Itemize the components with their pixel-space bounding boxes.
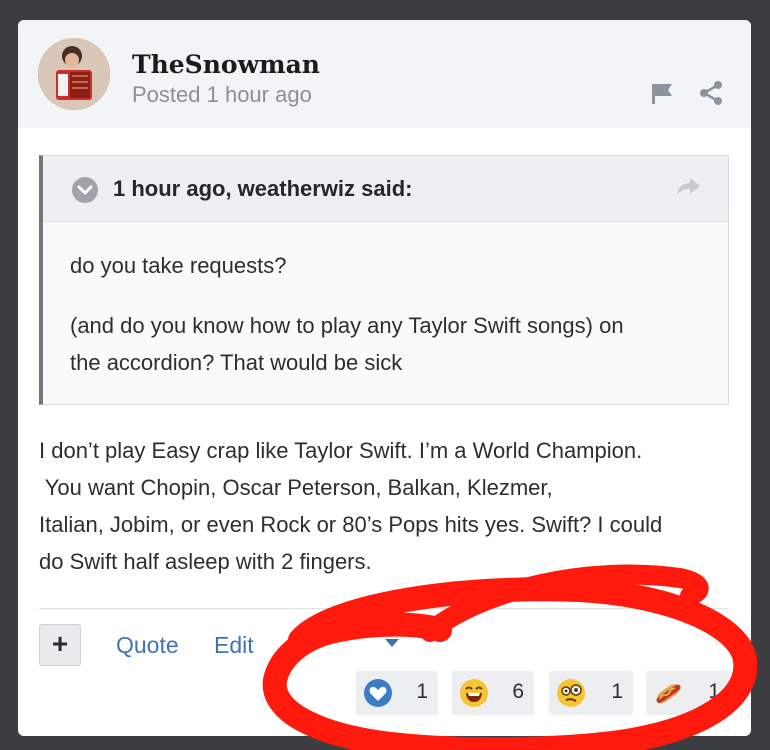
- reaction-confused[interactable]: 1: [549, 671, 633, 715]
- quote-line: do you take requests?: [70, 253, 287, 278]
- quote-button[interactable]: Quote: [116, 632, 179, 659]
- reaction-count: 6: [512, 680, 524, 703]
- quote-header: 1 hour ago, weatherwiz said:: [43, 156, 728, 222]
- reaction-count: 1: [708, 680, 720, 703]
- post-body-line: Italian, Jobim, or even Rock or 80’s Pop…: [39, 512, 663, 537]
- share-icon[interactable]: [698, 80, 724, 106]
- avatar[interactable]: [38, 38, 110, 110]
- reaction-count: 1: [416, 680, 428, 703]
- heart-icon: [363, 678, 393, 708]
- quote-line: (and do you know how to play any Taylor …: [70, 313, 624, 338]
- laughing-face-icon: [459, 678, 489, 708]
- options-button[interactable]: O: [290, 632, 308, 659]
- reply-arrow-icon[interactable]: [676, 176, 702, 196]
- chevron-down-icon[interactable]: [72, 177, 98, 203]
- quote-block: 1 hour ago, weatherwiz said: do you take…: [39, 155, 729, 405]
- post-body-line: I don’t play Easy crap like Taylor Swift…: [39, 438, 643, 463]
- post-header: TheSnowman Posted 1 hour ago: [18, 20, 751, 128]
- post-timestamp[interactable]: Posted 1 hour ago: [132, 82, 312, 108]
- post-card: TheSnowman Posted 1 hour ago 1 hour ago,…: [18, 20, 751, 736]
- hotdog-icon: [653, 678, 683, 708]
- reaction-haha[interactable]: 6: [452, 671, 534, 715]
- reaction-like[interactable]: 1: [356, 671, 438, 715]
- add-button[interactable]: +: [39, 624, 81, 666]
- author-name[interactable]: TheSnowman: [132, 50, 320, 79]
- edit-button[interactable]: Edit: [214, 632, 254, 659]
- quote-line: the accordion? That would be sick: [70, 350, 403, 375]
- flag-icon[interactable]: [650, 80, 676, 106]
- divider: [39, 608, 729, 609]
- confused-face-icon: [556, 678, 586, 708]
- post-body-line: You want Chopin, Oscar Peterson, Balkan,…: [39, 475, 553, 500]
- post-body: I don’t play Easy crap like Taylor Swift…: [39, 432, 739, 580]
- post-body-line: do Swift half asleep with 2 fingers.: [39, 549, 372, 574]
- reaction-hotdog[interactable]: 1: [646, 671, 730, 715]
- quote-citation[interactable]: 1 hour ago, weatherwiz said:: [113, 176, 413, 202]
- chevron-down-icon[interactable]: [382, 632, 402, 652]
- reaction-count: 1: [611, 680, 623, 703]
